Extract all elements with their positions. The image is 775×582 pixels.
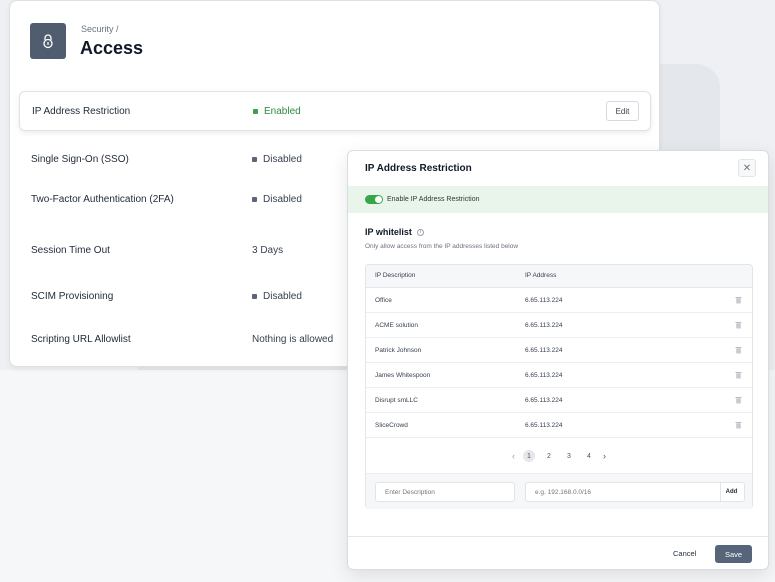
add-button[interactable]: Add (720, 483, 742, 501)
status-badge: Disabled (252, 291, 302, 302)
table-row: SliceCrowd 6.65.113.224 (366, 413, 752, 438)
status-dot (253, 108, 258, 114)
whitelist-description: Only allow access from the IP addresses … (365, 243, 519, 250)
page-button-1[interactable]: 1 (523, 450, 535, 462)
ip-address: 6.65.113.224 (525, 372, 563, 379)
breadcrumb[interactable]: Security / (81, 24, 119, 34)
trash-icon[interactable] (735, 396, 742, 404)
status-badge: Enabled (253, 106, 301, 117)
add-ip-form: Add (366, 473, 752, 509)
divider (348, 536, 768, 537)
whitelist-title: IP whitelist i (365, 227, 424, 237)
close-icon[interactable]: ✕ (738, 159, 756, 177)
whitelist-title-text: IP whitelist (365, 227, 412, 237)
table-row: Patrick Johnson 6.65.113.224 (366, 338, 752, 363)
status-value: Nothing is allowed (252, 334, 333, 345)
chevron-right-icon[interactable]: › (603, 451, 606, 461)
lock-icon (30, 23, 66, 59)
ip-address: 6.65.113.224 (525, 347, 563, 354)
ip-description: Patrick Johnson (375, 347, 422, 354)
enable-ip-restriction-toggle[interactable] (365, 195, 383, 204)
ip-address-input[interactable] (525, 482, 745, 502)
status-dot (252, 196, 257, 202)
setting-name: Session Time Out (31, 244, 110, 256)
status-text: Nothing is allowed (252, 333, 334, 345)
status-text: Disabled (263, 153, 302, 165)
table-header: IP Description IP Address (366, 265, 752, 288)
ip-restriction-modal: IP Address Restriction ✕ Enable IP Addre… (347, 150, 769, 570)
status-text: Disabled (263, 193, 302, 205)
ip-description: ACME solution (375, 322, 418, 329)
page-button-2[interactable]: 2 (543, 450, 555, 462)
modal-title: IP Address Restriction (365, 163, 472, 174)
column-header-description: IP Description (375, 272, 416, 279)
column-header-ip: IP Address (525, 272, 557, 279)
info-icon[interactable]: i (416, 228, 424, 236)
status-text: 3 Days (252, 244, 284, 256)
trash-icon[interactable] (735, 421, 742, 429)
setting-name: IP Address Restriction (32, 105, 131, 117)
cancel-button[interactable]: Cancel (673, 549, 696, 558)
page-button-4[interactable]: 4 (583, 450, 595, 462)
ip-address: 6.65.113.224 (525, 297, 563, 304)
page-button-3[interactable]: 3 (563, 450, 575, 462)
ip-address: 6.65.113.224 (525, 422, 563, 429)
status-badge: Disabled (252, 154, 302, 165)
ip-address: 6.65.113.224 (525, 322, 563, 329)
table-row: James Whitespoon 6.65.113.224 (366, 363, 752, 388)
status-dot (252, 293, 257, 299)
setting-name: SCIM Provisioning (31, 290, 114, 302)
setting-name: Two-Factor Authentication (2FA) (31, 193, 174, 205)
status-text: Disabled (263, 290, 302, 302)
description-input[interactable] (375, 482, 515, 502)
setting-name: Single Sign-On (SSO) (31, 153, 129, 165)
ip-address: 6.65.113.224 (525, 397, 563, 404)
status-text: Enabled (264, 105, 301, 117)
trash-icon[interactable] (735, 346, 742, 354)
status-badge: Disabled (252, 194, 302, 205)
toggle-label: Enable IP Address Restriction (387, 196, 480, 203)
setting-row-ip-restriction[interactable]: IP Address Restriction Enabled Edit (19, 91, 651, 131)
trash-icon[interactable] (735, 371, 742, 379)
save-button[interactable]: Save (715, 545, 752, 563)
ip-description: Disrupt smLLC (375, 397, 418, 404)
ip-whitelist-table: IP Description IP Address Office 6.65.11… (365, 264, 753, 509)
enable-toggle-bar: Enable IP Address Restriction (348, 186, 768, 213)
pagination: ‹ 1 2 3 4 › (366, 448, 752, 464)
ip-description: James Whitespoon (375, 372, 431, 379)
setting-name: Scripting URL Allowlist (31, 333, 131, 345)
table-row: Disrupt smLLC 6.65.113.224 (366, 388, 752, 413)
status-value: 3 Days (252, 245, 283, 256)
status-dot (252, 156, 257, 162)
chevron-left-icon[interactable]: ‹ (512, 451, 515, 461)
ip-description: SliceCrowd (375, 422, 408, 429)
trash-icon[interactable] (735, 296, 742, 304)
trash-icon[interactable] (735, 321, 742, 329)
ip-description: Office (375, 297, 392, 304)
table-row: ACME solution 6.65.113.224 (366, 313, 752, 338)
edit-button[interactable]: Edit (606, 101, 639, 121)
table-row: Office 6.65.113.224 (366, 288, 752, 313)
page-title: Access (80, 38, 144, 58)
